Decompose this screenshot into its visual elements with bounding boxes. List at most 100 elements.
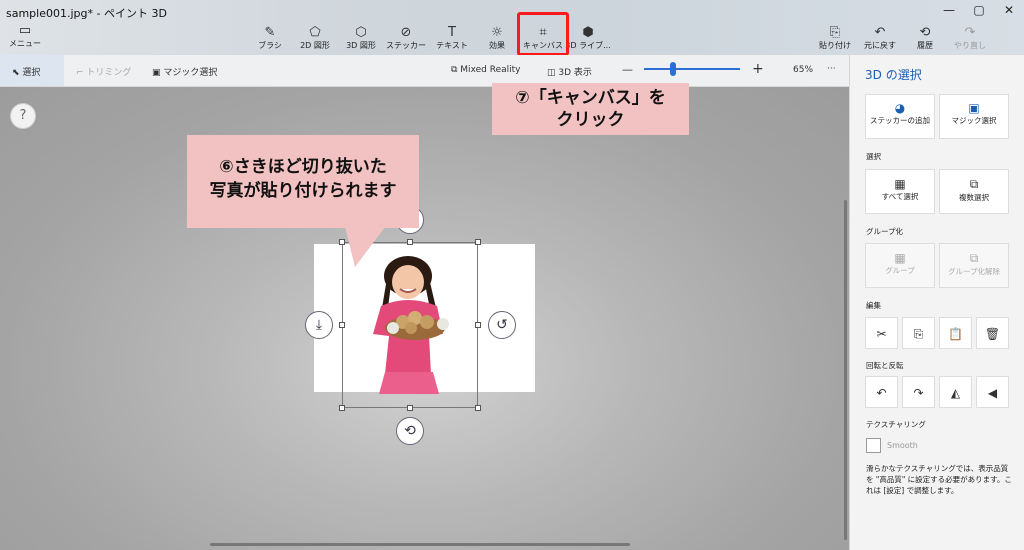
rotate-icon: ↺ bbox=[496, 317, 508, 333]
zoom-out-button[interactable]: — bbox=[622, 63, 633, 76]
cut-button[interactable]: ✂ bbox=[865, 317, 898, 349]
trimming-label: トリミング bbox=[86, 68, 132, 78]
callout-click-canvas: ⑦「キャンバス」を クリック bbox=[492, 83, 689, 135]
redo-icon: ↷ bbox=[964, 25, 976, 40]
2d-shape-icon: ⬠ bbox=[309, 25, 321, 40]
magic-select-label: マジック選択 bbox=[163, 68, 218, 78]
minimize-button[interactable]: — bbox=[939, 3, 959, 17]
zoom-in-button[interactable]: + bbox=[752, 61, 764, 77]
help-button[interactable]: ? bbox=[10, 103, 36, 129]
group-button[interactable]: ▦ グループ bbox=[865, 243, 935, 288]
tool-label: 貼り付け bbox=[819, 41, 851, 50]
magic-select-icon: ▣ bbox=[968, 101, 980, 115]
select-button[interactable]: ⬉ 選択 bbox=[12, 65, 40, 78]
rotate-right-icon: ↷ bbox=[913, 386, 924, 400]
history-button[interactable]: ⟲ 履歴 bbox=[901, 26, 949, 51]
smooth-checkbox[interactable] bbox=[866, 438, 881, 453]
callout-pasted-photo: ⑥さきほど切り抜いた 写真が貼り付けられます bbox=[187, 135, 419, 228]
tool-label: ステッカー bbox=[386, 41, 426, 50]
magic-select-button[interactable]: ▣ マジック選択 bbox=[152, 65, 217, 78]
callout-text: 写真が貼り付けられます bbox=[209, 181, 397, 201]
resize-handle[interactable] bbox=[475, 405, 481, 411]
callout-tail bbox=[345, 227, 385, 267]
mixed-reality-label: Mixed Reality bbox=[460, 65, 521, 75]
copy-icon: ⎘ bbox=[913, 327, 924, 341]
multi-select-button[interactable]: ⧉ 複数選択 bbox=[939, 169, 1009, 214]
mixed-reality-button[interactable]: ⧉ Mixed Reality bbox=[451, 65, 520, 75]
maximize-button[interactable]: ▢ bbox=[969, 3, 989, 17]
spin-icon: ⟲ bbox=[404, 423, 416, 439]
magic-select-panel-label: マジック選択 bbox=[951, 116, 997, 125]
rotate-left-button[interactable]: ↶ bbox=[865, 376, 898, 408]
section-rotate: 回転と反転 bbox=[866, 361, 904, 370]
sticker-icon: ◕ bbox=[894, 101, 906, 115]
menu-button[interactable]: ▭ メニュー bbox=[8, 24, 42, 49]
history-icon: ⟲ bbox=[919, 25, 931, 40]
tool-effects[interactable]: ☼ 効果 bbox=[473, 26, 521, 51]
ungroup-label: グループ化解除 bbox=[947, 267, 1001, 276]
3d-view-button[interactable]: ◫ 3D 表示 bbox=[547, 65, 592, 78]
multi-select-label: 複数選択 bbox=[959, 193, 989, 202]
add-sticker-label: ステッカーの追加 bbox=[870, 116, 930, 125]
select-all-icon: ▦ bbox=[894, 177, 906, 191]
panel-title: 3D の選択 bbox=[865, 68, 922, 82]
flip-horizontal-icon: ◭ bbox=[950, 386, 961, 400]
more-button[interactable]: ··· bbox=[827, 64, 836, 74]
rotate-bottom-handle[interactable]: ⟲ bbox=[396, 417, 424, 445]
section-group: グループ化 bbox=[866, 227, 904, 236]
copy-button[interactable]: ⎘ bbox=[902, 317, 935, 349]
flip-vertical-button[interactable]: ◀ bbox=[976, 376, 1009, 408]
close-button[interactable]: ✕ bbox=[999, 3, 1019, 17]
tool-3d-library[interactable]: ⬢ 3D ライブ... bbox=[564, 26, 612, 51]
zoom-slider-track[interactable] bbox=[644, 68, 740, 70]
window-title: sample001.jpg* - ペイント 3D bbox=[6, 7, 167, 20]
section-texture: テクスチャリング bbox=[866, 420, 926, 429]
undo-button[interactable]: ↶ 元に戻す bbox=[856, 26, 904, 51]
select-all-button[interactable]: ▦ すべて選択 bbox=[865, 169, 935, 214]
tool-stickers[interactable]: ⊘ ステッカー bbox=[382, 26, 430, 51]
magic-select-panel-button[interactable]: ▣ マジック選択 bbox=[939, 94, 1009, 139]
trash-icon: 🗑 bbox=[984, 327, 1001, 341]
resize-handle[interactable] bbox=[407, 239, 413, 245]
rotate-right-button[interactable]: ↷ bbox=[902, 376, 935, 408]
vertical-scrollbar[interactable] bbox=[844, 200, 847, 540]
rotate-left-handle[interactable]: ⤓ bbox=[305, 311, 333, 339]
tool-text[interactable]: T テキスト bbox=[428, 26, 476, 51]
tool-2d-shapes[interactable]: ⬠ 2D 図形 bbox=[291, 26, 339, 51]
select-all-label: すべて選択 bbox=[881, 192, 919, 201]
cursor-icon: ⬉ bbox=[12, 68, 23, 78]
text-icon: T bbox=[448, 25, 456, 40]
paste-icon: 📋 bbox=[948, 327, 963, 341]
paste-button[interactable]: ⎘ 貼り付け bbox=[811, 26, 859, 51]
rotate-left-icon: ↶ bbox=[876, 386, 887, 400]
tool-3d-shapes[interactable]: ⬡ 3D 図形 bbox=[337, 26, 385, 51]
paste-icon: ⎘ bbox=[829, 25, 841, 40]
rotate-right-handle[interactable]: ↺ bbox=[488, 311, 516, 339]
paste-panel-button[interactable]: 📋 bbox=[939, 317, 972, 349]
redo-button[interactable]: ↷ やり直し bbox=[946, 26, 994, 51]
3d-view-icon: ◫ bbox=[547, 68, 559, 78]
resize-handle[interactable] bbox=[407, 405, 413, 411]
undo-icon: ↶ bbox=[874, 25, 886, 40]
tool-brush[interactable]: ✎ ブラシ bbox=[246, 26, 294, 51]
ungroup-icon: ⧉ bbox=[969, 251, 979, 265]
horizontal-scrollbar[interactable] bbox=[210, 543, 630, 546]
scissors-icon: ✂ bbox=[876, 327, 887, 341]
add-sticker-button[interactable]: ◕ ステッカーの追加 bbox=[865, 94, 935, 139]
trimming-button[interactable]: ⌐ トリミング bbox=[76, 65, 131, 78]
callout-text: ⑥さきほど切り抜いた bbox=[219, 157, 387, 177]
tool-label: 3D 図形 bbox=[346, 41, 376, 50]
group-label: グループ bbox=[885, 266, 915, 275]
tool-label: やり直し bbox=[954, 41, 986, 50]
flip-horizontal-button[interactable]: ◭ bbox=[939, 376, 972, 408]
tool-label: 元に戻す bbox=[864, 41, 896, 50]
delete-button[interactable]: 🗑 bbox=[976, 317, 1009, 349]
resize-handle[interactable] bbox=[475, 239, 481, 245]
resize-handle[interactable] bbox=[475, 322, 481, 328]
3d-view-label: 3D 表示 bbox=[558, 68, 592, 78]
resize-handle[interactable] bbox=[339, 322, 345, 328]
resize-handle[interactable] bbox=[339, 405, 345, 411]
section-select: 選択 bbox=[866, 152, 881, 161]
ungroup-button[interactable]: ⧉ グループ化解除 bbox=[939, 243, 1009, 288]
zoom-slider-thumb[interactable] bbox=[669, 62, 676, 76]
